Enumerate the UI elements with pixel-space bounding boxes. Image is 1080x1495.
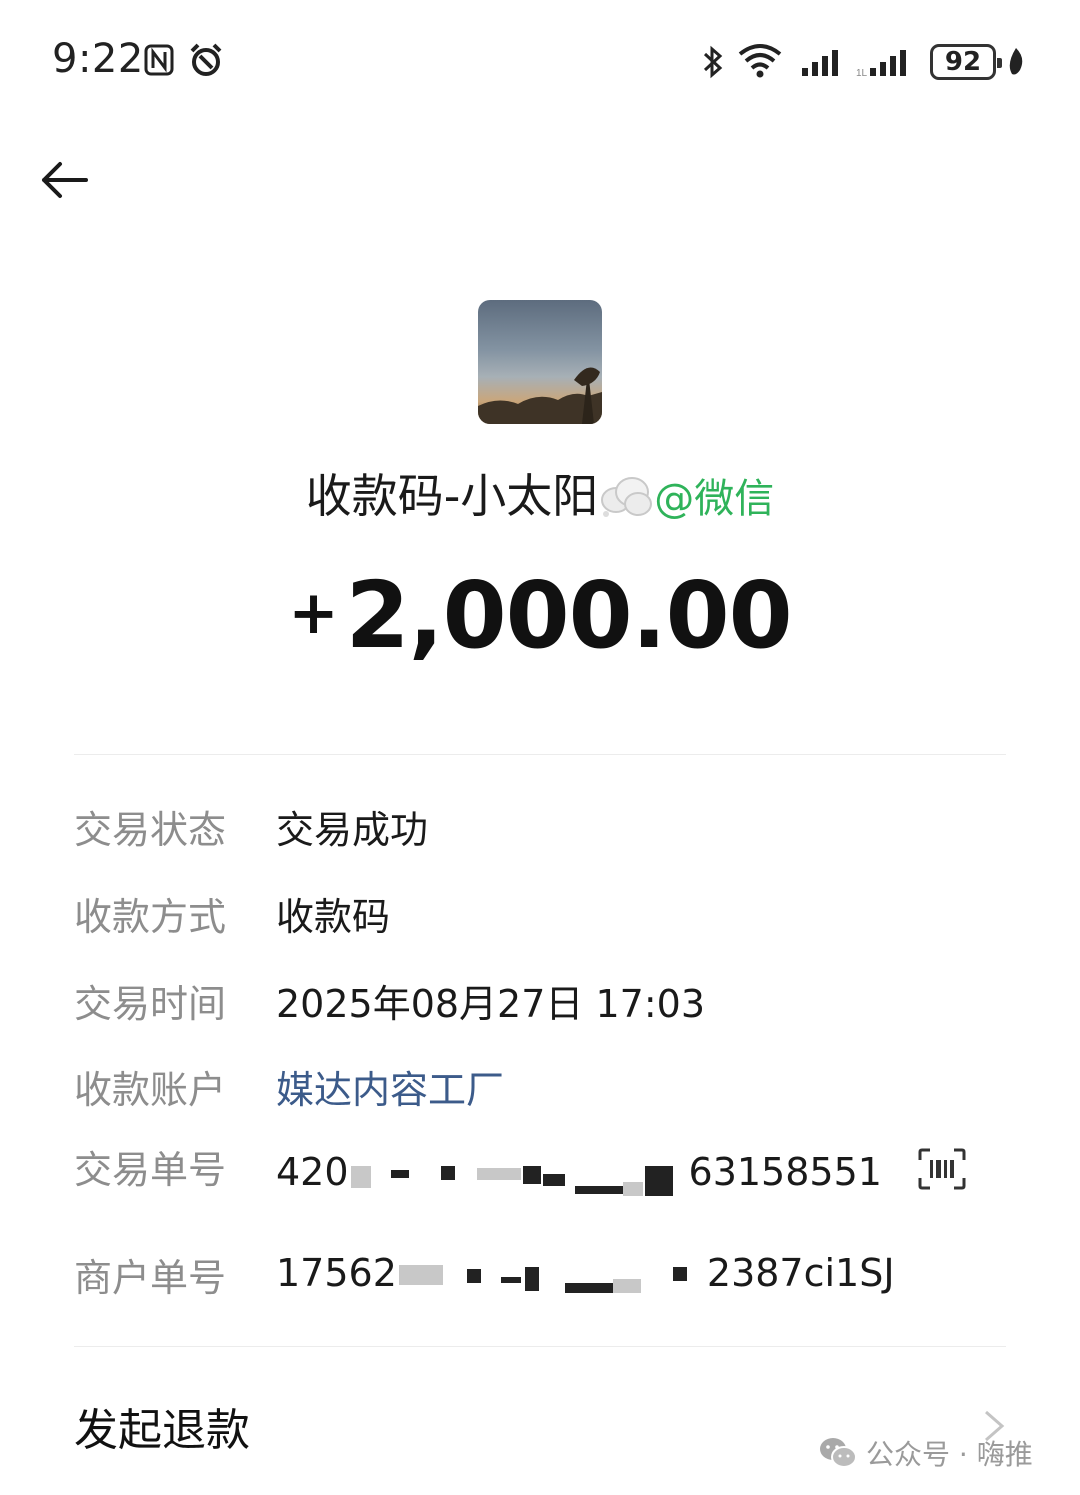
wechat-icon [820, 1438, 857, 1468]
amount-sign: + [288, 578, 338, 648]
merchant-title: 收款码-小太阳 @微信 [0, 460, 1080, 526]
detail-label: 收款方式 [74, 894, 227, 939]
detail-row-time: 交易时间 2025年08月27日 17:03 [74, 970, 1006, 1030]
merchant-order-suffix: 2387ci1SJ [706, 1250, 895, 1295]
cloud-emoji [601, 477, 653, 517]
svg-text:1L: 1L [856, 68, 868, 78]
watermark-text: 公众号 · 嗨推 [866, 1438, 1033, 1471]
signal-icon [802, 50, 838, 76]
detail-label: 交易时间 [74, 981, 227, 1026]
detail-value: 17562 2387ci1SJ [276, 1251, 895, 1298]
nfc-icon [144, 44, 174, 76]
amount-value: 2,000.00 [345, 562, 793, 669]
detail-label: 收款账户 [74, 1067, 227, 1112]
detail-label: 商户单号 [74, 1255, 227, 1300]
wifi-icon [738, 44, 782, 78]
merchant-name: 收款码-小太阳 [305, 469, 599, 523]
transaction-id-prefix: 420 [276, 1149, 349, 1194]
signal-icon: 1L [856, 50, 906, 78]
detail-row-transaction-id: 交易单号 420 63158551 [74, 1140, 1006, 1206]
refund-label: 发起退款 [74, 1405, 250, 1456]
back-button[interactable] [36, 152, 92, 208]
detail-value: 2025年08月27日 17:03 [276, 981, 706, 1026]
detail-row-account: 收款账户 媒达内容工厂 [74, 1056, 1006, 1116]
battery-icon: 92 [930, 44, 1002, 80]
detail-value: 420 63158551 [276, 1150, 882, 1197]
barcode-icon[interactable] [918, 1148, 966, 1190]
divider [74, 1346, 1006, 1347]
detail-label: 交易状态 [74, 807, 227, 852]
merchant-order-prefix: 17562 [276, 1250, 397, 1295]
detail-row-method: 收款方式 收款码 [74, 883, 1006, 943]
redacted-mask [397, 1253, 707, 1297]
battery-level: 92 [944, 47, 982, 77]
account-link[interactable]: 媒达内容工厂 [276, 1059, 504, 1114]
watermark: 公众号 · 嗨推 [818, 1432, 1033, 1474]
detail-row-merchant-order: 商户单号 17562 2387ci1SJ [74, 1244, 1006, 1304]
merchant-avatar [478, 300, 602, 424]
status-time: 9:22 [52, 36, 144, 82]
arrow-left-icon [42, 162, 88, 198]
status-bar: 9:22 1L 92 [0, 0, 1080, 120]
transaction-id-suffix: 63158551 [688, 1149, 882, 1194]
alarm-icon [190, 43, 222, 76]
bluetooth-icon [703, 45, 723, 79]
leaf-icon [1009, 48, 1023, 75]
detail-value: 交易成功 [276, 807, 429, 852]
detail-row-status: 交易状态 交易成功 [74, 796, 1006, 856]
wechat-tag: @微信 [654, 476, 775, 522]
redacted-mask [349, 1152, 689, 1197]
transaction-amount: +2,000.00 [0, 562, 1080, 669]
divider [74, 754, 1006, 755]
detail-label: 交易单号 [74, 1147, 227, 1192]
detail-value: 收款码 [276, 894, 391, 939]
